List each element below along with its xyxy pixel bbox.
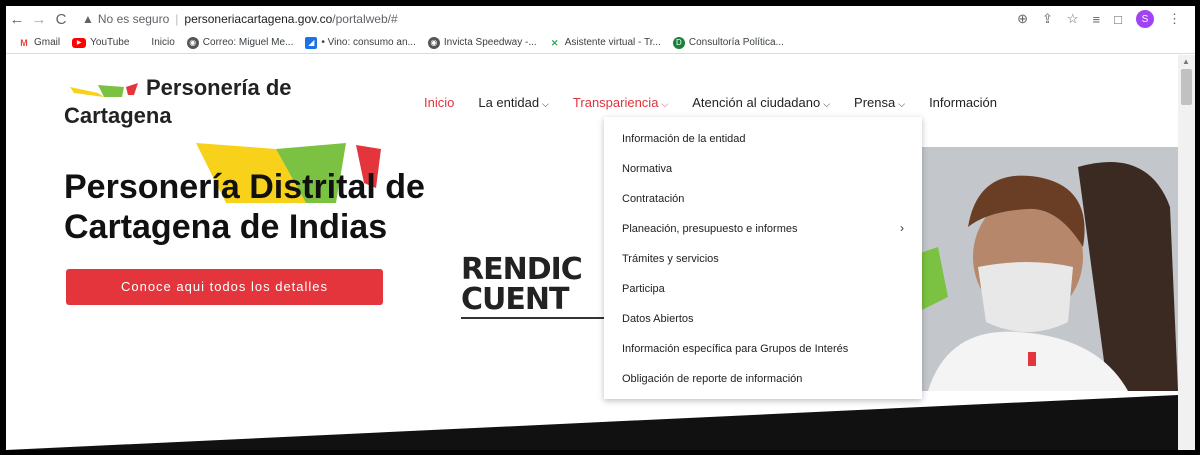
bookmarks-bar: M Gmail ▶ YouTube Inicio ◉ Correo: Migue… <box>6 32 1195 54</box>
nav-label: Información <box>929 95 997 110</box>
url-separator: | <box>175 12 179 26</box>
bookmark-label: Invicta Speedway -... <box>443 37 537 48</box>
url-path: /portalweb/# <box>332 12 398 26</box>
bookmark-label: Consultoría Política... <box>688 37 784 48</box>
menu-item-normativa[interactable]: Normativa <box>622 163 672 175</box>
bookmark-label: Inicio <box>151 37 175 48</box>
rendicion-line2: CUENT <box>461 282 569 317</box>
rendicion-line1: RENDIC <box>461 252 583 287</box>
chevron-down-icon: ⌵ <box>542 99 549 109</box>
menu-item-grupos-interes[interactable]: Información específica para Grupos de In… <box>622 343 848 355</box>
gmail-icon: M <box>20 37 28 48</box>
transparencia-dropdown-menu: Información de la entidad Normativa Cont… <box>604 117 922 399</box>
bookmark-label: Asistente virtual - Tr... <box>564 37 661 48</box>
back-icon[interactable]: ← <box>6 11 28 28</box>
hero-title-line2: Cartagena de Indias <box>64 208 388 246</box>
hero-photo <box>908 147 1178 391</box>
bookmark-icon: ◢ <box>305 36 318 49</box>
share-icon[interactable]: ⇪ <box>1042 11 1053 27</box>
menu-item-tramites[interactable]: Trámites y servicios <box>622 253 719 265</box>
nav-transparencia[interactable]: Transpariencia ⌵ <box>573 95 668 110</box>
hero-title-line1: Personería Distrital de <box>64 168 425 206</box>
scrollbar[interactable]: ▲ <box>1178 55 1195 450</box>
bookmark-label: YouTube <box>90 37 130 48</box>
nav-label: La entidad <box>478 95 540 110</box>
menu-item-informacion-entidad[interactable]: Información de la entidad <box>622 133 746 145</box>
details-button[interactable]: Conoce aqui todos los detalles <box>66 269 383 305</box>
main-navigation: Inicio La entidad ⌵ Transpariencia ⌵ Atenc… <box>424 95 1021 110</box>
web-page: Personería de Cartagena Inicio La entida… <box>6 55 1178 450</box>
reading-list-icon[interactable]: ≡ <box>1093 12 1101 27</box>
nav-label: Transpariencia <box>572 95 659 110</box>
assistant-icon: ✕ <box>550 37 559 48</box>
bookmark-label: • Vino: consumo an... <box>321 37 416 48</box>
chevron-down-icon: ⌵ <box>823 99 831 109</box>
nav-informacion[interactable]: Información <box>929 95 997 110</box>
rendicion-cuentas-graphic: RENDIC CUENT <box>461 255 611 319</box>
logo-text-line1: Personería de <box>146 75 292 100</box>
chevron-down-icon: ⌵ <box>661 99 669 109</box>
nav-inicio[interactable]: Inicio <box>424 95 454 110</box>
menu-item-participa[interactable]: Participa <box>622 283 665 295</box>
menu-item-contratacion[interactable]: Contratación <box>622 193 684 205</box>
bookmark-inicio[interactable]: Inicio <box>151 37 174 48</box>
site-logo[interactable]: Personería de Cartagena <box>64 75 364 135</box>
globe-icon: ◉ <box>427 36 440 49</box>
forward-icon[interactable]: → <box>28 11 50 28</box>
bookmark-asistente[interactable]: ✕ Asistente virtual - Tr... <box>549 37 661 49</box>
warning-icon: ▲ <box>82 12 94 26</box>
section-divider <box>6 395 1178 450</box>
bookmark-youtube[interactable]: ▶ YouTube <box>72 37 129 48</box>
nav-label: Atención al ciudadano <box>692 95 821 110</box>
browser-window: ← → C ▲ No es seguro | personeriacartage… <box>6 6 1195 450</box>
security-label: No es seguro <box>97 12 170 26</box>
nav-label: Prensa <box>854 95 896 110</box>
url-field[interactable]: personeriacartagena.gov.co/portalweb/# <box>184 12 397 26</box>
nav-la-entidad[interactable]: La entidad ⌵ <box>478 95 549 110</box>
browser-actions: ⊕ ⇪ ☆ ≡ □ S ⋮ <box>1017 10 1195 28</box>
globe-icon: ◉ <box>186 36 199 49</box>
menu-item-datos-abiertos[interactable]: Datos Abiertos <box>622 313 694 325</box>
security-indicator[interactable]: ▲ No es seguro <box>82 12 169 26</box>
logo-text-line2: Cartagena <box>64 103 172 128</box>
address-bar: ← → C ▲ No es seguro | personeriacartage… <box>6 6 1195 32</box>
menu-icon[interactable]: ⋮ <box>1168 11 1181 27</box>
bookmark-correo[interactable]: ◉ Correo: Miguel Me... <box>186 36 294 49</box>
nav-prensa[interactable]: Prensa ⌵ <box>854 95 905 110</box>
bookmark-consultoria[interactable]: D Consultoría Política... <box>672 36 784 49</box>
bookmark-invicta[interactable]: ◉ Invicta Speedway -... <box>427 36 537 49</box>
logo-mark-icon <box>70 83 138 97</box>
url-host: personeriacartagena.gov.co <box>184 12 333 26</box>
nav-atencion-ciudadano[interactable]: Atención al ciudadano ⌵ <box>692 95 830 110</box>
star-icon[interactable]: ☆ <box>1067 11 1079 27</box>
chevron-down-icon: ⌵ <box>898 99 906 109</box>
zoom-icon[interactable]: ⊕ <box>1017 11 1028 27</box>
side-panel-icon[interactable]: □ <box>1114 12 1122 27</box>
nav-label: Inicio <box>424 95 455 110</box>
scrollbar-thumb[interactable] <box>1181 69 1192 105</box>
profile-avatar[interactable]: S <box>1136 10 1154 28</box>
menu-item-planeacion[interactable]: Planeación, presupuesto e informes <box>622 223 798 235</box>
youtube-icon: ▶ <box>72 37 87 48</box>
bookmark-label: Correo: Miguel Me... <box>202 37 294 48</box>
bookmark-vino[interactable]: ◢ • Vino: consumo an... <box>305 36 416 49</box>
reload-icon[interactable]: C <box>50 11 72 28</box>
rendicion-underline <box>461 317 609 319</box>
bookmark-label: Gmail <box>34 37 61 48</box>
consult-icon: D <box>672 36 685 49</box>
menu-item-obligacion-reporte[interactable]: Obligación de reporte de información <box>622 373 802 385</box>
scroll-up-icon[interactable]: ▲ <box>1182 57 1190 66</box>
hero-title: Personería Distrital de Cartagena de Ind… <box>64 167 425 247</box>
bookmark-gmail[interactable]: M Gmail <box>18 37 60 49</box>
chevron-right-icon: › <box>900 221 904 235</box>
